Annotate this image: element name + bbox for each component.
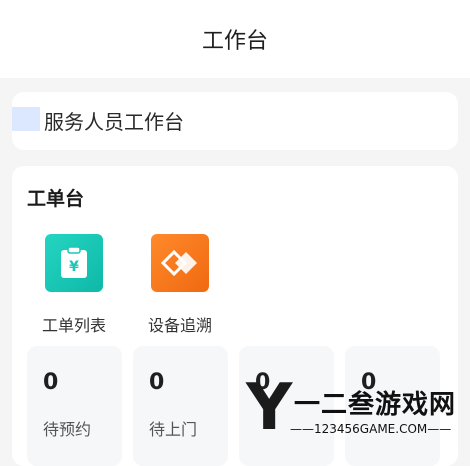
section-title: 工单台 (27, 188, 85, 210)
page-title: 工作台 (201, 29, 268, 54)
yuan-clipboard-icon: ¥ (45, 234, 103, 292)
stat-value: 0 (43, 370, 59, 395)
app-device-trace[interactable]: 设备追溯 (135, 234, 225, 336)
app-label: 设备追溯 (147, 316, 212, 335)
watermark: Y 一二叁游戏网 ——123456GAME.COM—— (246, 368, 470, 455)
trace-diamond-icon (151, 234, 209, 292)
stat-value: 0 (149, 370, 165, 395)
watermark-logo: Y (246, 371, 293, 445)
role-switch-card[interactable]: 服务人员工作台 (12, 92, 458, 150)
top-header: 工作台 (0, 0, 470, 78)
watermark-url: ——123456GAME.COM—— (290, 422, 452, 436)
app-label: 工单列表 (41, 316, 106, 335)
svg-text:¥: ¥ (69, 259, 79, 275)
role-label: 服务人员工作台 (44, 110, 184, 134)
stat-pending-appointment[interactable]: 0 待预约 (27, 346, 122, 466)
app-workorder-list[interactable]: ¥ 工单列表 (29, 234, 119, 336)
stat-label: 待上门 (149, 420, 198, 439)
stat-pending-visit[interactable]: 0 待上门 (133, 346, 228, 466)
stat-label: 待预约 (43, 420, 92, 439)
watermark-text: 一二叁游戏网 (294, 390, 457, 420)
role-highlight (12, 107, 40, 131)
